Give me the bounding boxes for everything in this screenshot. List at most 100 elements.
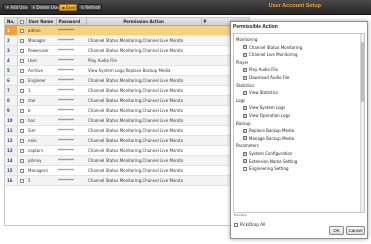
row-permission-action[interactable]: Channel Status Monitoring,Channel Live M…	[86, 125, 201, 136]
row-user-name[interactable]: Engineer	[26, 75, 56, 86]
table-row[interactable]: 2 Manager ******** Channel Status Monitorin…	[5, 35, 249, 46]
row-select-checkbox[interactable]	[19, 79, 24, 83]
row-number[interactable]: 9	[5, 105, 18, 116]
row-user-name[interactable]: b	[26, 105, 56, 116]
row-select-checkbox[interactable]	[19, 139, 24, 143]
checked-checkbox-icon[interactable]: ✓	[243, 136, 247, 141]
checked-checkbox-icon[interactable]: ✓	[243, 67, 247, 72]
checked-checkbox-icon[interactable]: ✓	[243, 90, 247, 95]
row-permission-action[interactable]: Channel Status Monitoring,Channel Live M…	[86, 75, 201, 86]
row-checkbox[interactable]	[17, 175, 26, 186]
checked-checkbox-icon[interactable]: ✓	[243, 151, 247, 156]
row-select-checkbox[interactable]	[19, 169, 24, 173]
row-password[interactable]: ********	[56, 95, 86, 106]
row-number[interactable]: 8	[5, 95, 18, 106]
row-password[interactable]: ********	[56, 135, 86, 146]
row-number[interactable]: 2	[5, 35, 18, 46]
row-select-checkbox[interactable]	[19, 39, 24, 43]
checked-checkbox-icon[interactable]: ✓	[243, 159, 247, 164]
col-header-permission-action[interactable]: Permission Action	[86, 18, 202, 26]
col-header-user-name[interactable]: User Name	[26, 18, 57, 26]
row-permission-action[interactable]: View System Logs,Replace Backup Media	[86, 65, 201, 76]
col-header-select[interactable]	[17, 18, 27, 26]
row-checkbox[interactable]	[17, 35, 26, 46]
table-row[interactable]: 1 admin ********	[5, 25, 249, 36]
table-row[interactable]: 5 Archive ******** View System Logs,Replace…	[5, 65, 249, 76]
col-header-no[interactable]: No.	[5, 18, 18, 26]
row-checkbox[interactable]	[17, 145, 26, 156]
row-user-name[interactable]: Poweruser	[26, 45, 56, 56]
row-number[interactable]: 14	[5, 155, 18, 166]
row-number[interactable]: 13	[5, 145, 18, 156]
row-select-checkbox[interactable]	[19, 49, 24, 53]
unchecked-checkbox-icon[interactable]	[243, 166, 247, 171]
row-select-checkbox[interactable]	[19, 59, 24, 63]
row-password[interactable]: ********	[56, 75, 86, 86]
row-checkbox[interactable]	[17, 25, 26, 36]
row-number[interactable]: 15	[5, 165, 18, 176]
row-checkbox[interactable]	[17, 55, 26, 66]
permission-scrollbar[interactable]	[360, 34, 364, 212]
row-select-checkbox[interactable]	[19, 29, 24, 33]
row-select-checkbox[interactable]	[19, 69, 24, 73]
row-number[interactable]: 4	[5, 55, 18, 66]
row-password[interactable]: ********	[56, 115, 86, 126]
row-permission-action[interactable]: Channel Status Monitoring,Channel Live M…	[86, 155, 201, 166]
row-permission-action[interactable]: Channel Status Monitoring,Channel Live M…	[86, 85, 201, 96]
table-row[interactable]: 11 Sim ******** Channel Status Monitoring,C…	[5, 125, 249, 136]
table-row[interactable]: 9 b ******** Channel Status Monitoring,Chan…	[5, 105, 249, 116]
row-checkbox[interactable]	[17, 85, 26, 96]
row-checkbox[interactable]	[17, 115, 26, 126]
row-checkbox[interactable]	[17, 65, 26, 76]
row-number[interactable]: 1	[5, 25, 18, 36]
table-row[interactable]: 13 capturs ******** Channel Status Monitori…	[5, 145, 249, 156]
table-row[interactable]: 12 nolo ******** Channel Status Monitoring,…	[5, 135, 249, 146]
row-permission-action[interactable]	[86, 25, 201, 36]
row-select-checkbox[interactable]	[19, 179, 24, 183]
row-user-name[interactable]: hoc	[26, 115, 56, 126]
table-row[interactable]: 7 1 ******** Channel Status Monitoring,Chan…	[5, 85, 249, 96]
row-number[interactable]: 16	[5, 175, 18, 186]
permission-item[interactable]: ✓ View System Logs	[243, 105, 285, 110]
row-password[interactable]: ********	[56, 65, 86, 76]
row-password[interactable]: ********	[56, 105, 86, 116]
row-select-checkbox[interactable]	[19, 129, 24, 133]
row-permission-action[interactable]: Channel Status Monitoring,Channel Live M…	[86, 45, 201, 56]
permission-item[interactable]: ✓ Manage Backup Media	[243, 136, 294, 141]
row-select-checkbox[interactable]	[19, 159, 24, 163]
row-checkbox[interactable]	[17, 75, 26, 86]
row-password[interactable]: ********	[56, 155, 86, 166]
table-row[interactable]: 14 johnny ******** Channel Status Monitorin…	[5, 155, 249, 166]
row-permission-action[interactable]: Channel Status Monitoring,Channel Live M…	[86, 145, 201, 156]
refresh-button[interactable]: ↻ Refresh	[78, 4, 102, 11]
row-checkbox[interactable]	[17, 165, 26, 176]
checked-checkbox-icon[interactable]: ✓	[243, 113, 247, 118]
row-permission-action[interactable]: Channel Status Monitoring,Channel Live M…	[86, 95, 201, 106]
permission-item[interactable]: ✓ Extension Name Setting	[243, 159, 297, 164]
row-password[interactable]: ********	[56, 165, 86, 176]
row-password[interactable]: ********	[56, 55, 86, 66]
row-checkbox[interactable]	[17, 105, 26, 116]
add-user-button[interactable]: + Add User	[3, 4, 29, 11]
table-row[interactable]: 16 5 ******** Channel Status Monitoring,Cha…	[5, 175, 249, 186]
row-user-name[interactable]: johnny	[26, 155, 56, 166]
row-number[interactable]: 7	[5, 85, 18, 96]
row-checkbox[interactable]	[17, 135, 26, 146]
permission-item[interactable]: ✓ Replace Backup Media	[243, 128, 294, 133]
row-user-name[interactable]: Sim	[26, 125, 56, 136]
row-permission-action[interactable]: Channel Status Monitoring,Channel Live M…	[86, 35, 201, 46]
save-button[interactable]: ▪ Save	[59, 4, 77, 11]
row-number[interactable]: 6	[5, 75, 18, 86]
permission-item[interactable]: ✓ Channel Status Monitoring	[243, 45, 302, 50]
delete-user-button[interactable]: ✕ Delete User	[29, 4, 60, 11]
row-user-name[interactable]: ctor	[26, 95, 56, 106]
row-password[interactable]: ********	[56, 35, 86, 46]
permission-item[interactable]: Engineering Setting	[243, 166, 289, 171]
checked-checkbox-icon[interactable]: ✓	[243, 52, 247, 57]
row-password[interactable]: ********	[56, 145, 86, 156]
row-select-checkbox[interactable]	[19, 89, 24, 93]
select-all-checkbox[interactable]	[19, 20, 24, 24]
row-permission-action[interactable]: Channel Status Monitoring,Channel Live M…	[86, 135, 201, 146]
row-password[interactable]: ********	[56, 85, 86, 96]
pick-drop-all-checkbox[interactable]	[234, 222, 238, 227]
